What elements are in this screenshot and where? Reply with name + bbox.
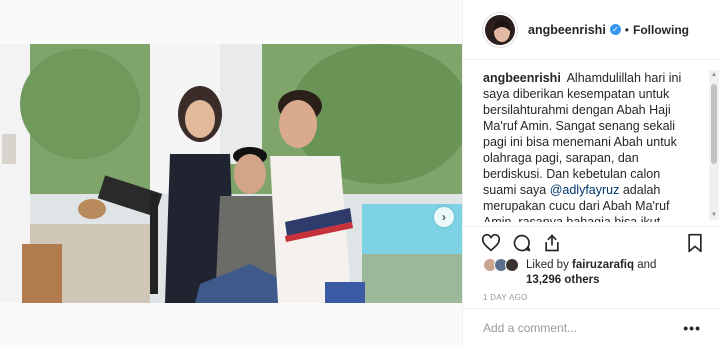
- likes-count-link[interactable]: 13,296 others: [526, 274, 600, 286]
- scrollbar-thumb[interactable]: [711, 84, 717, 164]
- verified-badge-icon: ✓: [609, 24, 621, 35]
- caption-scroll-area[interactable]: angbeenrishi Alhamdulillah hari ini saya…: [463, 60, 720, 222]
- post-side-panel: angbeenrishi ✓ • Following angbeenrishi …: [462, 0, 720, 347]
- likes-text: Liked by fairuzarafiq and 13,296 others: [526, 258, 656, 288]
- avatar[interactable]: [505, 258, 519, 272]
- following-button[interactable]: Following: [633, 23, 689, 37]
- liker-avatars: [483, 258, 519, 272]
- post-actions: [463, 226, 720, 256]
- comment-icon: [513, 234, 531, 252]
- like-button[interactable]: [479, 231, 503, 255]
- post-timestamp[interactable]: 1 DAY AGO: [483, 293, 528, 302]
- post-header: angbeenrishi ✓ • Following: [463, 0, 720, 60]
- carousel-next-button[interactable]: ›: [434, 207, 454, 227]
- likes-and: and: [634, 259, 657, 271]
- header-separator: •: [624, 22, 629, 37]
- comment-input[interactable]: Add a comment...: [483, 321, 577, 335]
- scroll-up-icon[interactable]: ▲: [710, 71, 718, 79]
- avatar[interactable]: [483, 12, 517, 47]
- likes-summary: Liked by fairuzarafiq and 13,296 others: [483, 258, 656, 288]
- comment-form: Add a comment... •••: [463, 308, 720, 347]
- caption-username-link[interactable]: angbeenrishi: [483, 71, 561, 85]
- scroll-down-icon[interactable]: ▼: [710, 211, 718, 219]
- comment-button[interactable]: [510, 231, 534, 255]
- share-button[interactable]: [540, 231, 564, 255]
- heart-icon: [481, 234, 501, 252]
- post-media[interactable]: ›: [0, 44, 462, 303]
- bookmark-icon: [688, 233, 702, 253]
- liker-username-link[interactable]: fairuzarafiq: [572, 259, 634, 271]
- avatar-image: [485, 14, 515, 45]
- likes-prefix: Liked by: [526, 259, 573, 271]
- caption-mention-link[interactable]: @adlyfayruz: [550, 183, 620, 197]
- chevron-right-icon: ›: [442, 210, 446, 224]
- caption-scrollbar[interactable]: ▲ ▼: [709, 70, 719, 220]
- post-photo: [0, 44, 462, 303]
- more-options-button[interactable]: •••: [683, 320, 701, 336]
- caption-text-part1: Alhamdulillah hari ini saya diberikan ke…: [483, 71, 682, 197]
- share-icon: [545, 234, 559, 252]
- save-button[interactable]: [683, 231, 707, 255]
- author-username-link[interactable]: angbeenrishi: [528, 23, 606, 37]
- caption: angbeenrishi Alhamdulillah hari ini saya…: [463, 60, 720, 222]
